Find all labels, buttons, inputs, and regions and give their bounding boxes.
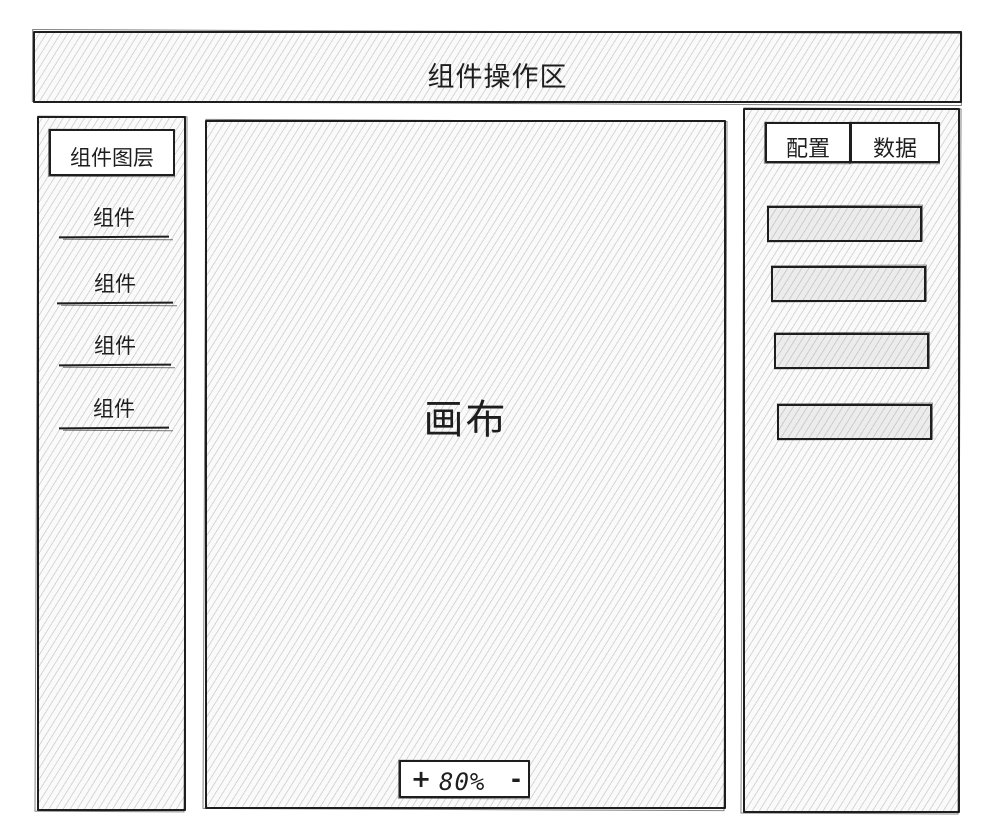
component-list-item-label: 组件 xyxy=(93,206,135,230)
component-list-item-label: 组件 xyxy=(94,272,136,296)
tab-data-label: 数据 xyxy=(872,137,917,162)
canvas-area[interactable]: 画布 + 80% - xyxy=(205,120,726,809)
zoom-out-button[interactable]: - xyxy=(511,765,521,793)
component-list-item[interactable]: 组件 xyxy=(58,202,174,241)
zoom-control: + 80% - xyxy=(399,760,530,798)
component-layer-panel: 组件图层 组件 组件 组件 组件 xyxy=(37,116,186,811)
tab-component-layers-label: 组件图层 xyxy=(70,146,154,170)
tab-data[interactable]: 数据 xyxy=(850,122,940,163)
config-field[interactable] xyxy=(771,266,926,302)
tab-config[interactable]: 配置 xyxy=(765,122,851,163)
config-field[interactable] xyxy=(767,206,922,242)
component-list-item[interactable]: 组件 xyxy=(56,268,178,307)
tab-config-label: 配置 xyxy=(785,137,830,162)
tab-component-layers[interactable]: 组件图层 xyxy=(49,129,175,176)
zoom-in-button[interactable]: + xyxy=(411,765,431,793)
property-panel: 配置 数据 xyxy=(743,108,960,813)
header-bar: 组件操作区 xyxy=(33,31,962,103)
component-list-item-label: 组件 xyxy=(93,397,135,421)
component-list-item[interactable]: 组件 xyxy=(58,330,176,369)
config-field[interactable] xyxy=(777,404,932,440)
component-list-item-label: 组件 xyxy=(94,334,136,358)
canvas-title: 画布 xyxy=(423,397,508,443)
zoom-level: 80% xyxy=(439,768,486,796)
header-title: 组件操作区 xyxy=(427,62,568,93)
config-field[interactable] xyxy=(774,333,929,369)
component-list-item[interactable]: 组件 xyxy=(58,393,174,432)
